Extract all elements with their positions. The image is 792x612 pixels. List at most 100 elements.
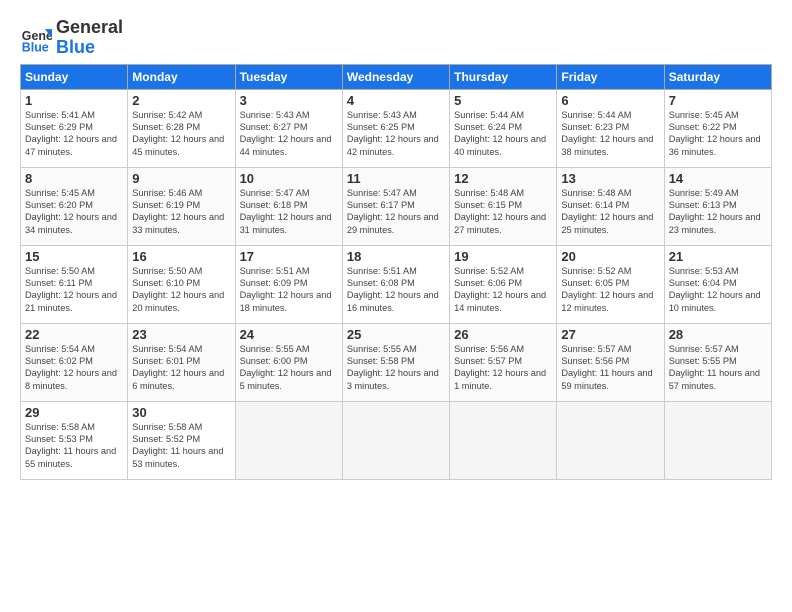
logo: General Blue General Blue bbox=[20, 18, 123, 58]
day-number: 6 bbox=[561, 93, 659, 108]
calendar-cell: 27 Sunrise: 5:57 AM Sunset: 5:56 PM Dayl… bbox=[557, 323, 664, 401]
calendar-cell: 22 Sunrise: 5:54 AM Sunset: 6:02 PM Dayl… bbox=[21, 323, 128, 401]
day-number: 4 bbox=[347, 93, 445, 108]
day-number: 28 bbox=[669, 327, 767, 342]
calendar-cell: 7 Sunrise: 5:45 AM Sunset: 6:22 PM Dayli… bbox=[664, 89, 771, 167]
day-detail: Sunrise: 5:41 AM Sunset: 6:29 PM Dayligh… bbox=[25, 109, 123, 159]
calendar-cell: 25 Sunrise: 5:55 AM Sunset: 5:58 PM Dayl… bbox=[342, 323, 449, 401]
day-detail: Sunrise: 5:44 AM Sunset: 6:23 PM Dayligh… bbox=[561, 109, 659, 159]
calendar-cell: 14 Sunrise: 5:49 AM Sunset: 6:13 PM Dayl… bbox=[664, 167, 771, 245]
logo-text: General Blue bbox=[56, 18, 123, 58]
day-detail: Sunrise: 5:43 AM Sunset: 6:27 PM Dayligh… bbox=[240, 109, 338, 159]
calendar-header-row: Sunday Monday Tuesday Wednesday Thursday… bbox=[21, 64, 772, 89]
day-detail: Sunrise: 5:57 AM Sunset: 5:55 PM Dayligh… bbox=[669, 343, 767, 393]
calendar-cell: 17 Sunrise: 5:51 AM Sunset: 6:09 PM Dayl… bbox=[235, 245, 342, 323]
calendar-cell: 29 Sunrise: 5:58 AM Sunset: 5:53 PM Dayl… bbox=[21, 401, 128, 479]
calendar-cell: 12 Sunrise: 5:48 AM Sunset: 6:15 PM Dayl… bbox=[450, 167, 557, 245]
day-detail: Sunrise: 5:51 AM Sunset: 6:08 PM Dayligh… bbox=[347, 265, 445, 315]
col-monday: Monday bbox=[128, 64, 235, 89]
day-detail: Sunrise: 5:54 AM Sunset: 6:02 PM Dayligh… bbox=[25, 343, 123, 393]
day-number: 17 bbox=[240, 249, 338, 264]
calendar-week-row: 1 Sunrise: 5:41 AM Sunset: 6:29 PM Dayli… bbox=[21, 89, 772, 167]
day-detail: Sunrise: 5:58 AM Sunset: 5:52 PM Dayligh… bbox=[132, 421, 230, 471]
svg-text:Blue: Blue bbox=[22, 40, 49, 54]
calendar-cell bbox=[450, 401, 557, 479]
col-wednesday: Wednesday bbox=[342, 64, 449, 89]
calendar-body: 1 Sunrise: 5:41 AM Sunset: 6:29 PM Dayli… bbox=[21, 89, 772, 479]
calendar-cell: 4 Sunrise: 5:43 AM Sunset: 6:25 PM Dayli… bbox=[342, 89, 449, 167]
day-number: 29 bbox=[25, 405, 123, 420]
day-detail: Sunrise: 5:49 AM Sunset: 6:13 PM Dayligh… bbox=[669, 187, 767, 237]
day-number: 22 bbox=[25, 327, 123, 342]
day-detail: Sunrise: 5:54 AM Sunset: 6:01 PM Dayligh… bbox=[132, 343, 230, 393]
calendar-cell: 9 Sunrise: 5:46 AM Sunset: 6:19 PM Dayli… bbox=[128, 167, 235, 245]
page-container: General Blue General Blue Sunday Monday … bbox=[0, 0, 792, 490]
calendar-cell: 23 Sunrise: 5:54 AM Sunset: 6:01 PM Dayl… bbox=[128, 323, 235, 401]
calendar-cell: 26 Sunrise: 5:56 AM Sunset: 5:57 PM Dayl… bbox=[450, 323, 557, 401]
calendar-cell: 11 Sunrise: 5:47 AM Sunset: 6:17 PM Dayl… bbox=[342, 167, 449, 245]
day-detail: Sunrise: 5:57 AM Sunset: 5:56 PM Dayligh… bbox=[561, 343, 659, 393]
calendar-table: Sunday Monday Tuesday Wednesday Thursday… bbox=[20, 64, 772, 480]
calendar-cell: 10 Sunrise: 5:47 AM Sunset: 6:18 PM Dayl… bbox=[235, 167, 342, 245]
day-number: 26 bbox=[454, 327, 552, 342]
calendar-cell bbox=[557, 401, 664, 479]
day-number: 13 bbox=[561, 171, 659, 186]
calendar-cell: 20 Sunrise: 5:52 AM Sunset: 6:05 PM Dayl… bbox=[557, 245, 664, 323]
day-number: 25 bbox=[347, 327, 445, 342]
day-number: 2 bbox=[132, 93, 230, 108]
day-number: 3 bbox=[240, 93, 338, 108]
day-detail: Sunrise: 5:55 AM Sunset: 5:58 PM Dayligh… bbox=[347, 343, 445, 393]
calendar-cell: 24 Sunrise: 5:55 AM Sunset: 6:00 PM Dayl… bbox=[235, 323, 342, 401]
day-detail: Sunrise: 5:48 AM Sunset: 6:14 PM Dayligh… bbox=[561, 187, 659, 237]
calendar-cell: 3 Sunrise: 5:43 AM Sunset: 6:27 PM Dayli… bbox=[235, 89, 342, 167]
calendar-cell: 16 Sunrise: 5:50 AM Sunset: 6:10 PM Dayl… bbox=[128, 245, 235, 323]
day-number: 1 bbox=[25, 93, 123, 108]
calendar-cell: 5 Sunrise: 5:44 AM Sunset: 6:24 PM Dayli… bbox=[450, 89, 557, 167]
day-number: 24 bbox=[240, 327, 338, 342]
day-detail: Sunrise: 5:47 AM Sunset: 6:17 PM Dayligh… bbox=[347, 187, 445, 237]
calendar-week-row: 29 Sunrise: 5:58 AM Sunset: 5:53 PM Dayl… bbox=[21, 401, 772, 479]
day-number: 12 bbox=[454, 171, 552, 186]
day-number: 16 bbox=[132, 249, 230, 264]
calendar-cell: 21 Sunrise: 5:53 AM Sunset: 6:04 PM Dayl… bbox=[664, 245, 771, 323]
day-number: 15 bbox=[25, 249, 123, 264]
day-number: 21 bbox=[669, 249, 767, 264]
day-detail: Sunrise: 5:44 AM Sunset: 6:24 PM Dayligh… bbox=[454, 109, 552, 159]
col-thursday: Thursday bbox=[450, 64, 557, 89]
calendar-cell: 8 Sunrise: 5:45 AM Sunset: 6:20 PM Dayli… bbox=[21, 167, 128, 245]
day-number: 14 bbox=[669, 171, 767, 186]
calendar-week-row: 22 Sunrise: 5:54 AM Sunset: 6:02 PM Dayl… bbox=[21, 323, 772, 401]
day-detail: Sunrise: 5:42 AM Sunset: 6:28 PM Dayligh… bbox=[132, 109, 230, 159]
day-detail: Sunrise: 5:50 AM Sunset: 6:10 PM Dayligh… bbox=[132, 265, 230, 315]
col-sunday: Sunday bbox=[21, 64, 128, 89]
calendar-cell bbox=[664, 401, 771, 479]
calendar-cell bbox=[342, 401, 449, 479]
header: General Blue General Blue bbox=[20, 18, 772, 58]
day-detail: Sunrise: 5:52 AM Sunset: 6:05 PM Dayligh… bbox=[561, 265, 659, 315]
day-detail: Sunrise: 5:51 AM Sunset: 6:09 PM Dayligh… bbox=[240, 265, 338, 315]
col-friday: Friday bbox=[557, 64, 664, 89]
day-number: 11 bbox=[347, 171, 445, 186]
day-detail: Sunrise: 5:56 AM Sunset: 5:57 PM Dayligh… bbox=[454, 343, 552, 393]
day-detail: Sunrise: 5:43 AM Sunset: 6:25 PM Dayligh… bbox=[347, 109, 445, 159]
calendar-cell bbox=[235, 401, 342, 479]
calendar-cell: 18 Sunrise: 5:51 AM Sunset: 6:08 PM Dayl… bbox=[342, 245, 449, 323]
day-number: 23 bbox=[132, 327, 230, 342]
day-number: 9 bbox=[132, 171, 230, 186]
calendar-cell: 28 Sunrise: 5:57 AM Sunset: 5:55 PM Dayl… bbox=[664, 323, 771, 401]
calendar-cell: 19 Sunrise: 5:52 AM Sunset: 6:06 PM Dayl… bbox=[450, 245, 557, 323]
day-detail: Sunrise: 5:45 AM Sunset: 6:22 PM Dayligh… bbox=[669, 109, 767, 159]
calendar-cell: 30 Sunrise: 5:58 AM Sunset: 5:52 PM Dayl… bbox=[128, 401, 235, 479]
day-detail: Sunrise: 5:58 AM Sunset: 5:53 PM Dayligh… bbox=[25, 421, 123, 471]
col-tuesday: Tuesday bbox=[235, 64, 342, 89]
day-detail: Sunrise: 5:46 AM Sunset: 6:19 PM Dayligh… bbox=[132, 187, 230, 237]
day-number: 5 bbox=[454, 93, 552, 108]
day-number: 8 bbox=[25, 171, 123, 186]
day-number: 27 bbox=[561, 327, 659, 342]
day-number: 7 bbox=[669, 93, 767, 108]
col-saturday: Saturday bbox=[664, 64, 771, 89]
day-detail: Sunrise: 5:53 AM Sunset: 6:04 PM Dayligh… bbox=[669, 265, 767, 315]
day-detail: Sunrise: 5:48 AM Sunset: 6:15 PM Dayligh… bbox=[454, 187, 552, 237]
day-detail: Sunrise: 5:50 AM Sunset: 6:11 PM Dayligh… bbox=[25, 265, 123, 315]
calendar-cell: 1 Sunrise: 5:41 AM Sunset: 6:29 PM Dayli… bbox=[21, 89, 128, 167]
